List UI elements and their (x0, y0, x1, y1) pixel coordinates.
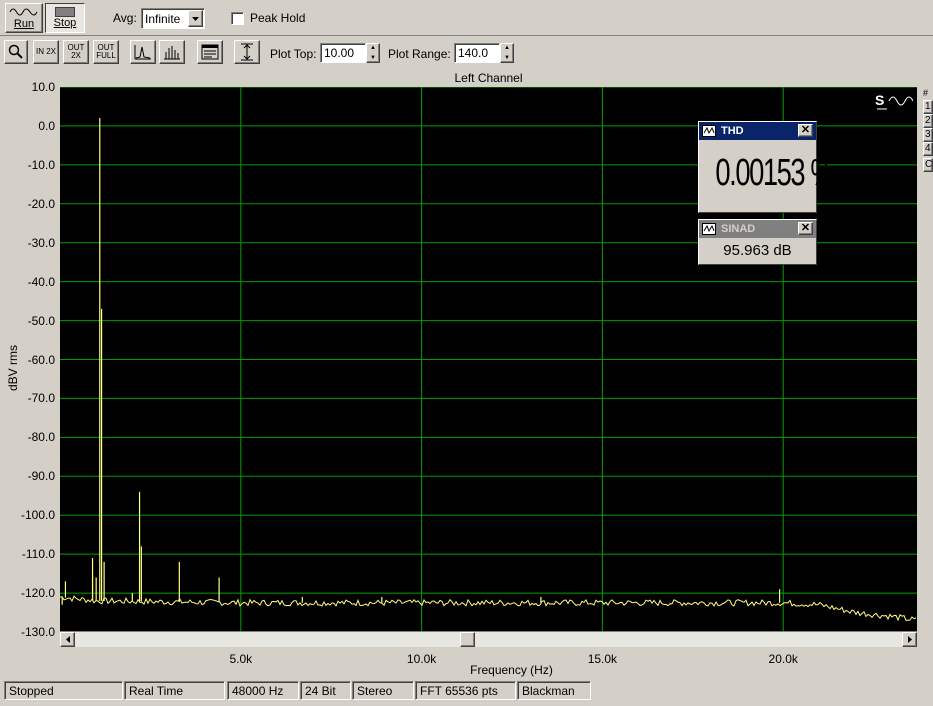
arrow-right-icon (907, 636, 912, 643)
zoom-full-button[interactable]: OUT FULL (93, 40, 119, 64)
y-tick-label: 10.0 (31, 80, 55, 94)
status-mode: Real Time (124, 681, 225, 700)
arrow-left-icon (65, 636, 70, 643)
thd-close-button[interactable]: ✕ (798, 124, 813, 137)
avg-dropdown-button[interactable] (188, 10, 203, 27)
meter-icon (702, 125, 716, 137)
stop-button[interactable]: Stop (45, 3, 85, 33)
window-list-icon (201, 44, 219, 60)
status-channels: Stereo (352, 681, 414, 700)
y-tick-label: -20.0 (27, 196, 55, 211)
side-button-4[interactable]: 4 (923, 142, 933, 156)
side-button-strip: # 1234 C (923, 88, 933, 172)
y-tick-label: -100.0 (20, 508, 55, 523)
sine-generator-icon: S (875, 92, 914, 110)
y-tick-label: -120.0 (20, 586, 55, 601)
toolbar-row-2: IN 2X OUT 2X OUT FULL Plot Top: 10.00 ▲ ▼… (0, 38, 933, 68)
side-button-hash: # (923, 88, 929, 98)
status-window: Blackman (517, 681, 591, 700)
side-button-2[interactable]: 2 (923, 114, 933, 128)
plot-top-input[interactable]: 10.00 (320, 43, 366, 63)
run-label: Run (13, 18, 35, 30)
generator-icon[interactable]: S (873, 91, 914, 113)
thd-title: THD (721, 125, 744, 137)
vertical-range-icon (241, 43, 253, 61)
bar-plot-icon (164, 46, 180, 60)
zoom-in-2x-label: IN 2X (35, 47, 56, 56)
chevron-down-icon (192, 16, 199, 21)
plot-top-spinner[interactable]: ▲ ▼ (366, 43, 380, 63)
x-scrollbar[interactable] (60, 631, 917, 647)
avg-label: Avg: (113, 11, 137, 25)
plot-range-label: Plot Range: (388, 47, 451, 61)
y-tick-label: -110.0 (21, 547, 55, 562)
sinad-titlebar[interactable]: SINAD ✕ (699, 220, 816, 238)
y-tick-label: -10.0 (27, 157, 55, 172)
y-tick-label: 0.0 (38, 118, 55, 133)
sinad-title: SINAD (721, 223, 756, 235)
zoom-button[interactable] (4, 40, 28, 64)
y-tick-label: -80.0 (27, 430, 55, 445)
stop-label: Stop (53, 17, 77, 29)
sinad-value: 95.963 dB (723, 242, 792, 259)
thd-value: 0.00153 % (715, 152, 834, 194)
y-tick-label: -70.0 (27, 391, 55, 406)
line-mode-button[interactable] (130, 40, 156, 64)
plot-range-input[interactable]: 140.0 (454, 43, 500, 63)
noise-floor-trace (60, 595, 917, 622)
meter-icon (702, 223, 716, 235)
line-plot-icon (134, 45, 151, 60)
y-tick-label: -60.0 (27, 352, 55, 367)
zoom-out-2x-button[interactable]: OUT 2X (63, 40, 89, 64)
y-tick-label: -40.0 (27, 274, 55, 289)
zoom-full-label: OUT FULL (96, 43, 116, 60)
settings-button[interactable] (197, 40, 223, 64)
spin-down-icon[interactable]: ▼ (501, 54, 513, 64)
peak-hold-label: Peak Hold (250, 11, 306, 25)
spin-down-icon[interactable]: ▼ (367, 54, 379, 64)
y-tick-label: -90.0 (27, 469, 55, 484)
spin-up-icon[interactable]: ▲ (501, 44, 513, 54)
side-button-c[interactable]: C (923, 158, 933, 172)
sinad-close-button[interactable]: ✕ (798, 222, 813, 235)
sinad-meter[interactable]: SINAD ✕ 95.963 dB (698, 219, 817, 265)
stop-icon (55, 7, 75, 17)
y-tick-label: -50.0 (27, 313, 55, 328)
toolbar-row-1: Run Stop Avg: Infinite Peak Hold (0, 0, 933, 36)
status-state: Stopped (4, 681, 123, 700)
plot-range-spinner[interactable]: ▲ ▼ (500, 43, 514, 63)
thd-meter[interactable]: THD ✕ 0.00153 % (698, 121, 835, 213)
run-button[interactable]: Run (5, 3, 43, 33)
scroll-thumb[interactable] (460, 632, 475, 647)
y-tick-label: -130.0 (20, 625, 55, 639)
status-bits: 24 Bit (300, 681, 351, 700)
bar-mode-button[interactable] (159, 40, 185, 64)
peak-hold-checkbox[interactable] (231, 12, 244, 25)
zoom-in-2x-button[interactable]: IN 2X (33, 40, 59, 64)
x-axis-label: Frequency (Hz) (470, 663, 553, 677)
magnifier-icon (8, 44, 23, 59)
svg-text:S: S (875, 92, 884, 108)
status-sample-rate: 48000 Hz (227, 681, 299, 700)
sine-wave-icon (9, 8, 38, 16)
avg-select[interactable]: Infinite (141, 8, 205, 29)
scroll-left-button[interactable] (60, 632, 75, 647)
avg-select-value: Infinite (145, 12, 181, 26)
plot-range-value: 140.0 (458, 46, 489, 60)
side-button-1[interactable]: 1 (923, 100, 933, 114)
plot-title: Left Channel (454, 71, 523, 85)
autoscale-button[interactable] (234, 40, 260, 64)
plot-top-label: Plot Top: (270, 47, 317, 61)
scroll-right-button[interactable] (902, 632, 917, 647)
plot-top-value: 10.00 (324, 46, 355, 60)
y-tick-label: -30.0 (27, 235, 55, 250)
zoom-out-2x-label: OUT 2X (67, 43, 85, 60)
status-fft: FFT 65536 pts (415, 681, 516, 700)
side-button-3[interactable]: 3 (923, 128, 933, 142)
spin-up-icon[interactable]: ▲ (367, 44, 379, 54)
thd-titlebar[interactable]: THD ✕ (699, 122, 816, 140)
